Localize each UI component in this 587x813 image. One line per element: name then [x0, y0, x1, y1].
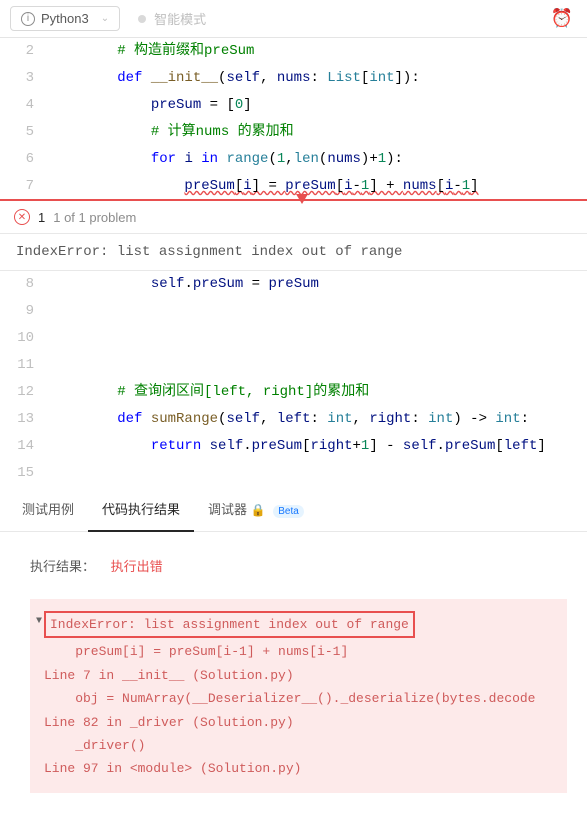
result-tabs: 测试用例 代码执行结果 调试器 🔒 Beta [0, 487, 587, 532]
code-line[interactable]: 10 [0, 325, 587, 352]
line-number: 6 [0, 146, 50, 173]
error-icon: ✕ [14, 209, 30, 225]
problems-bar[interactable]: ✕ 1 1 of 1 problem [0, 201, 587, 234]
beta-badge: Beta [273, 505, 304, 518]
result-header: 执行结果： 执行出错 [30, 556, 567, 575]
code-content [50, 460, 587, 487]
tab-debugger[interactable]: 调试器 🔒 Beta [194, 487, 318, 531]
debugger-label: 调试器 [208, 502, 247, 517]
tab-result[interactable]: 代码执行结果 [88, 487, 194, 532]
traceback-line: Line 97 in <module> (Solution.py) [44, 757, 553, 780]
line-number: 4 [0, 92, 50, 119]
code-content: preSum[i] = preSum[i-1] + nums[i-1] [50, 173, 587, 200]
editor-toolbar: i Python3 ⌄ 智能模式 ⏰ [0, 0, 587, 38]
traceback-box: ▼ IndexError: list assignment index out … [30, 599, 567, 793]
line-number: 7 [0, 173, 50, 200]
code-content: return self.preSum[right+1] - self.preSu… [50, 433, 587, 460]
code-line[interactable]: 13 def sumRange(self, left: int, right: … [0, 406, 587, 433]
result-status: 执行出错 [111, 559, 163, 574]
code-line[interactable]: 4 preSum = [0] [0, 92, 587, 119]
code-content: # 构造前缀和preSum [50, 38, 587, 65]
line-number: 15 [0, 460, 50, 487]
code-line[interactable]: 9 [0, 298, 587, 325]
code-line[interactable]: 6 for i in range(1,len(nums)+1): [0, 146, 587, 173]
line-number: 8 [0, 271, 50, 298]
traceback-main-error: IndexError: list assignment index out of… [44, 611, 415, 638]
code-editor-bottom[interactable]: 8 self.preSum = preSum9101112 # 查询闭区间[le… [0, 271, 587, 487]
code-content: def sumRange(self, left: int, right: int… [50, 406, 587, 433]
language-selector[interactable]: i Python3 ⌄ [10, 6, 120, 31]
line-number: 12 [0, 379, 50, 406]
code-line[interactable]: 2 # 构造前缀和preSum [0, 38, 587, 65]
line-number: 5 [0, 119, 50, 146]
code-line[interactable]: 3 def __init__(self, nums: List[int]): [0, 65, 587, 92]
line-number: 14 [0, 433, 50, 460]
code-content: preSum = [0] [50, 92, 587, 119]
tab-testcase[interactable]: 测试用例 [8, 487, 88, 531]
traceback-line: Line 82 in _driver (Solution.py) [44, 711, 553, 734]
code-line[interactable]: 15 [0, 460, 587, 487]
code-content [50, 298, 587, 325]
line-number: 2 [0, 38, 50, 65]
code-content: def __init__(self, nums: List[int]): [50, 65, 587, 92]
problem-summary: 1 of 1 problem [53, 210, 136, 225]
code-line[interactable]: 8 self.preSum = preSum [0, 271, 587, 298]
code-editor-top[interactable]: 2 # 构造前缀和preSum3 def __init__(self, nums… [0, 38, 587, 200]
smart-mode-toggle[interactable]: 智能模式 [138, 9, 206, 28]
code-line[interactable]: 11 [0, 352, 587, 379]
dot-icon [138, 15, 146, 23]
code-content: for i in range(1,len(nums)+1): [50, 146, 587, 173]
lock-icon: 🔒 [251, 503, 266, 517]
line-number: 9 [0, 298, 50, 325]
traceback-line: _driver() [44, 734, 553, 757]
code-line[interactable]: 14 return self.preSum[right+1] - self.pr… [0, 433, 587, 460]
line-number: 11 [0, 352, 50, 379]
code-content: # 计算nums 的累加和 [50, 119, 587, 146]
error-message: IndexError: list assignment index out of… [0, 234, 587, 271]
smart-mode-label: 智能模式 [154, 9, 206, 28]
result-label: 执行结果： [30, 559, 95, 574]
code-line[interactable]: 12 # 查询闭区间[left, right]的累加和 [0, 379, 587, 406]
traceback-line: Line 7 in __init__ (Solution.py) [44, 664, 553, 687]
language-label: Python3 [41, 11, 89, 26]
clock-icon[interactable]: ⏰ [551, 8, 573, 29]
traceback-line: obj = NumArray(__Deserializer__()._deser… [44, 687, 553, 710]
chevron-down-icon: ⌄ [101, 13, 109, 24]
info-icon: i [21, 12, 35, 26]
line-number: 10 [0, 325, 50, 352]
traceback-line: preSum[i] = preSum[i-1] + nums[i-1] [44, 640, 553, 663]
collapse-arrow-icon[interactable]: ▼ [36, 613, 42, 631]
code-line[interactable]: 7 preSum[i] = preSum[i-1] + nums[i-1] [0, 173, 587, 200]
code-content [50, 352, 587, 379]
code-content: # 查询闭区间[left, right]的累加和 [50, 379, 587, 406]
result-panel: 执行结果： 执行出错 ▼ IndexError: list assignment… [0, 532, 587, 813]
code-line[interactable]: 5 # 计算nums 的累加和 [0, 119, 587, 146]
line-number: 3 [0, 65, 50, 92]
code-content: self.preSum = preSum [50, 271, 587, 298]
code-content [50, 325, 587, 352]
line-number: 13 [0, 406, 50, 433]
problem-count: 1 [38, 210, 45, 225]
